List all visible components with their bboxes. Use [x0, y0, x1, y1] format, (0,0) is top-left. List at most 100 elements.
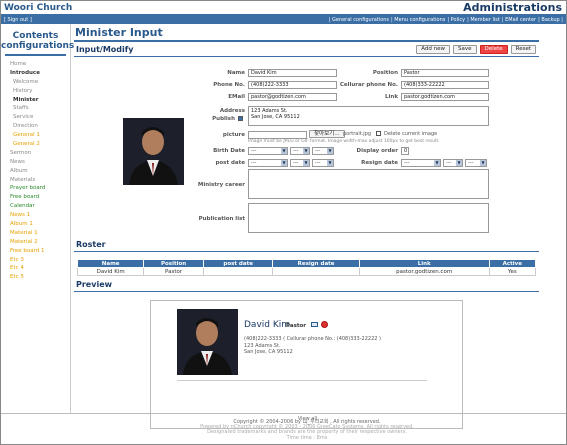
policy-link[interactable]: | Policy — [447, 17, 465, 23]
sidebar-item-service[interactable]: Service — [1, 113, 70, 122]
sidebar-item-direction[interactable]: Direction — [1, 122, 70, 131]
chevron-down-icon: ▼ — [281, 148, 287, 154]
sidebar-item-news-1[interactable]: News 1 — [1, 211, 70, 220]
sidebar-item-general-1[interactable]: General 1 — [1, 131, 70, 140]
chevron-down-icon: ▼ — [303, 148, 309, 154]
delete-image-label: Delete current image — [384, 131, 438, 137]
sidebar-item-material-1[interactable]: Material 1 — [1, 229, 70, 238]
footer: Copyright © 2004-2006 by 山_우리교회 , All ri… — [72, 419, 542, 441]
sidebar-item-etc-3[interactable]: Etc 3 — [1, 256, 70, 265]
sidebar-item-welcome[interactable]: Welcome — [1, 78, 70, 87]
picture-hint: Image must be JPEG or GIF format. Image … — [248, 139, 440, 144]
birth-year-select[interactable]: --- ▼ — [248, 147, 288, 155]
cell-input[interactable]: (408)333-22222 — [401, 81, 489, 89]
post-date-label: post date — [215, 160, 245, 166]
sidebar-item-album-1[interactable]: Album 1 — [1, 220, 70, 229]
name-input[interactable]: David Kim — [248, 69, 337, 77]
roster-table: Name Position post date Resign date Link Acti… — [76, 259, 537, 276]
sidebar-item-free-board-1[interactable]: Free board 1 — [1, 247, 70, 256]
position-label: Position — [372, 70, 398, 76]
post-month-select[interactable]: --- ▼ — [290, 159, 310, 167]
sidebar-item-calendar[interactable]: Calendar — [1, 202, 70, 211]
chevron-down-icon: ▼ — [456, 160, 462, 166]
preview-phones: (408)222-3333 ( Cellurar phone No.: (408… — [244, 336, 381, 342]
footer-divider — [1, 413, 566, 414]
footer-timing: Time time : 8ms — [286, 434, 328, 441]
sidebar-item-minister[interactable]: Minister — [1, 96, 70, 105]
chevron-down-icon: ▼ — [434, 160, 440, 166]
sidebar-item-etc-4[interactable]: Etc 4 — [1, 264, 70, 273]
chevron-down-icon: ▼ — [327, 160, 333, 166]
resign-day-select[interactable]: --- ▼ — [465, 159, 487, 167]
top-links: | General configurations | Menu configur… — [329, 17, 563, 23]
mail-icon[interactable] — [311, 322, 318, 327]
preview-divider-line — [177, 380, 427, 381]
preview-position: Pastor — [286, 323, 306, 329]
delete-button[interactable]: Delete — [479, 45, 508, 54]
sidebar-item-sermon[interactable]: Sermon — [1, 149, 70, 158]
general-config-link[interactable]: | General configurations — [329, 17, 389, 23]
menu-config-link[interactable]: | Menu configurations — [391, 17, 445, 23]
picture-path-input[interactable] — [248, 131, 307, 139]
page-title: Minister Input — [75, 26, 163, 39]
post-year-select[interactable]: --- ▼ — [248, 159, 288, 167]
sidebar-item-free-board[interactable]: Free board — [1, 193, 70, 202]
save-button[interactable]: Save — [453, 45, 477, 54]
position-input[interactable]: Pastor — [401, 69, 489, 77]
roster-col-header: Name — [76, 259, 145, 268]
sidebar-item-news[interactable]: News — [1, 158, 70, 167]
resign-month-select[interactable]: --- ▼ — [443, 159, 463, 167]
sidebar-item-etc-5[interactable]: Etc 5 — [1, 273, 70, 282]
sidebar-item-prayer-board[interactable]: Prayer board — [1, 184, 70, 193]
minister-photo — [123, 118, 184, 185]
roster-col-header: post date — [202, 259, 274, 268]
cell-label: Cellurar phone No. — [339, 82, 398, 88]
phone-label: Phone No. — [213, 82, 245, 88]
sign-out-link[interactable]: [ Sign out ] — [4, 17, 32, 23]
sidebar-item-material-2[interactable]: Material 2 — [1, 238, 70, 247]
display-order-label: Display order — [356, 148, 398, 154]
table-row[interactable]: David Kim Pastor pastor.godtizen.com Yes — [76, 267, 537, 276]
chevron-down-icon: ▼ — [480, 160, 486, 166]
preview-heading: Preview — [76, 280, 113, 289]
main-content: Minister Input Input/Modify Add new Save… — [72, 24, 542, 429]
publish-checkbox[interactable] — [238, 116, 243, 121]
sidebar-item-general-2[interactable]: General 2 — [1, 140, 70, 149]
sidebar-divider — [5, 54, 66, 56]
member-list-link[interactable]: | Member list — [467, 17, 500, 23]
backup-link[interactable]: | Backup | — [538, 17, 563, 23]
email-center-link[interactable]: | EMail center — [502, 17, 536, 23]
preview-divider — [74, 291, 539, 292]
delete-image-checkbox[interactable] — [376, 131, 381, 136]
roster-cell — [202, 267, 274, 276]
sidebar-item-staffs[interactable]: Staffs — [1, 104, 70, 113]
home-link-icon[interactable] — [321, 321, 328, 328]
sidebar-menu: Home Introduce Welcome History Minister Staff… — [1, 60, 70, 282]
roster-heading: Roster — [76, 240, 106, 249]
birth-day-select[interactable]: --- ▼ — [312, 147, 334, 155]
link-input[interactable]: pastor.godtizen.com — [401, 93, 489, 101]
display-order-input[interactable]: 0 — [401, 147, 409, 155]
sidebar-item-materials[interactable]: Materials — [1, 176, 70, 185]
email-input[interactable]: pastor@godtizen.com — [248, 93, 337, 101]
preview-address-line2: San Jose, CA 95112 — [244, 349, 293, 355]
brand-title[interactable]: Woori Church — [4, 3, 72, 13]
career-textarea[interactable] — [248, 169, 489, 199]
address-textarea[interactable]: 123 Adams St. San Jose, CA 95112 — [248, 106, 489, 126]
sidebar-item-introduce[interactable]: Introduce — [1, 69, 70, 78]
reset-button[interactable]: Reset — [510, 45, 536, 54]
roster-header-row: Name Position post date Resign date Link Acti… — [76, 259, 537, 268]
roster-col-header: Resign date — [272, 259, 360, 268]
resign-year-select[interactable]: --- ▼ — [401, 159, 441, 167]
sidebar-item-history[interactable]: History — [1, 87, 70, 96]
roster-cell — [272, 267, 360, 276]
browse-button[interactable]: 찾아보기... — [309, 130, 345, 138]
chevron-down-icon: ▼ — [327, 148, 333, 154]
sidebar-item-album[interactable]: Album — [1, 167, 70, 176]
publication-textarea[interactable] — [248, 203, 489, 233]
sidebar-item-home[interactable]: Home — [1, 60, 70, 69]
top-header: Woori Church Administrations — [1, 1, 566, 15]
add-new-button[interactable]: Add new — [416, 45, 451, 54]
birth-month-select[interactable]: --- ▼ — [290, 147, 310, 155]
post-day-select[interactable]: --- ▼ — [312, 159, 334, 167]
